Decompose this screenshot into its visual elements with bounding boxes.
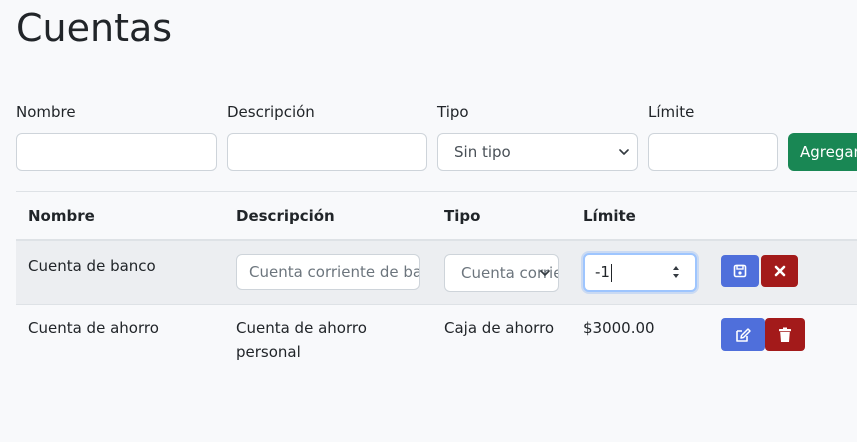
delete-button[interactable] xyxy=(765,318,805,351)
edit-icon xyxy=(736,327,751,342)
row-divider xyxy=(16,304,857,305)
cancel-button[interactable] xyxy=(761,255,798,287)
th-tipo: Tipo xyxy=(444,207,481,225)
row-tipo-select[interactable]: Cuenta corriente xyxy=(444,254,559,292)
descripcion-input[interactable] xyxy=(227,133,427,171)
divider xyxy=(16,191,857,192)
tipo-select-value: Sin tipo xyxy=(454,143,511,161)
row-descripcion-line2: personal xyxy=(236,343,301,361)
limite-label: Límite xyxy=(648,103,695,121)
row-descripcion-value: Cuenta corriente de banco xyxy=(249,263,419,281)
th-descripcion: Descripción xyxy=(236,207,335,225)
page-title: Cuentas xyxy=(16,6,173,50)
th-limite: Límite xyxy=(583,207,636,225)
tipo-label: Tipo xyxy=(437,103,469,121)
row-limite: $3000.00 xyxy=(583,319,655,337)
row-nombre: Cuenta de banco xyxy=(28,257,156,275)
row-limite-input[interactable]: -1 xyxy=(583,253,697,292)
row-tipo: Caja de ahorro xyxy=(444,319,555,337)
add-button[interactable]: Agregar xyxy=(788,133,857,171)
row-limite-value: -1 xyxy=(595,263,610,281)
page: Cuentas Nombre Descripción Tipo Límite S… xyxy=(0,0,857,442)
row-descripcion-line1: Cuenta de ahorro xyxy=(236,319,367,337)
text-caret xyxy=(610,263,612,282)
save-button[interactable] xyxy=(721,255,759,287)
close-icon xyxy=(774,265,785,277)
chevron-down-icon xyxy=(540,270,550,276)
descripcion-label: Descripción xyxy=(227,103,315,121)
tipo-select[interactable]: Sin tipo xyxy=(437,133,638,171)
nombre-input[interactable] xyxy=(16,133,217,171)
row-nombre: Cuenta de ahorro xyxy=(28,319,159,337)
limite-input[interactable] xyxy=(648,133,778,171)
th-nombre: Nombre xyxy=(28,207,95,225)
row-descripcion-input[interactable]: Cuenta corriente de banco xyxy=(236,254,420,290)
trash-icon xyxy=(779,327,791,342)
edit-button[interactable] xyxy=(721,318,765,351)
nombre-label: Nombre xyxy=(16,103,76,121)
chevron-down-icon xyxy=(619,149,629,155)
spinner-arrows-icon[interactable] xyxy=(671,262,681,282)
save-icon xyxy=(733,264,747,278)
